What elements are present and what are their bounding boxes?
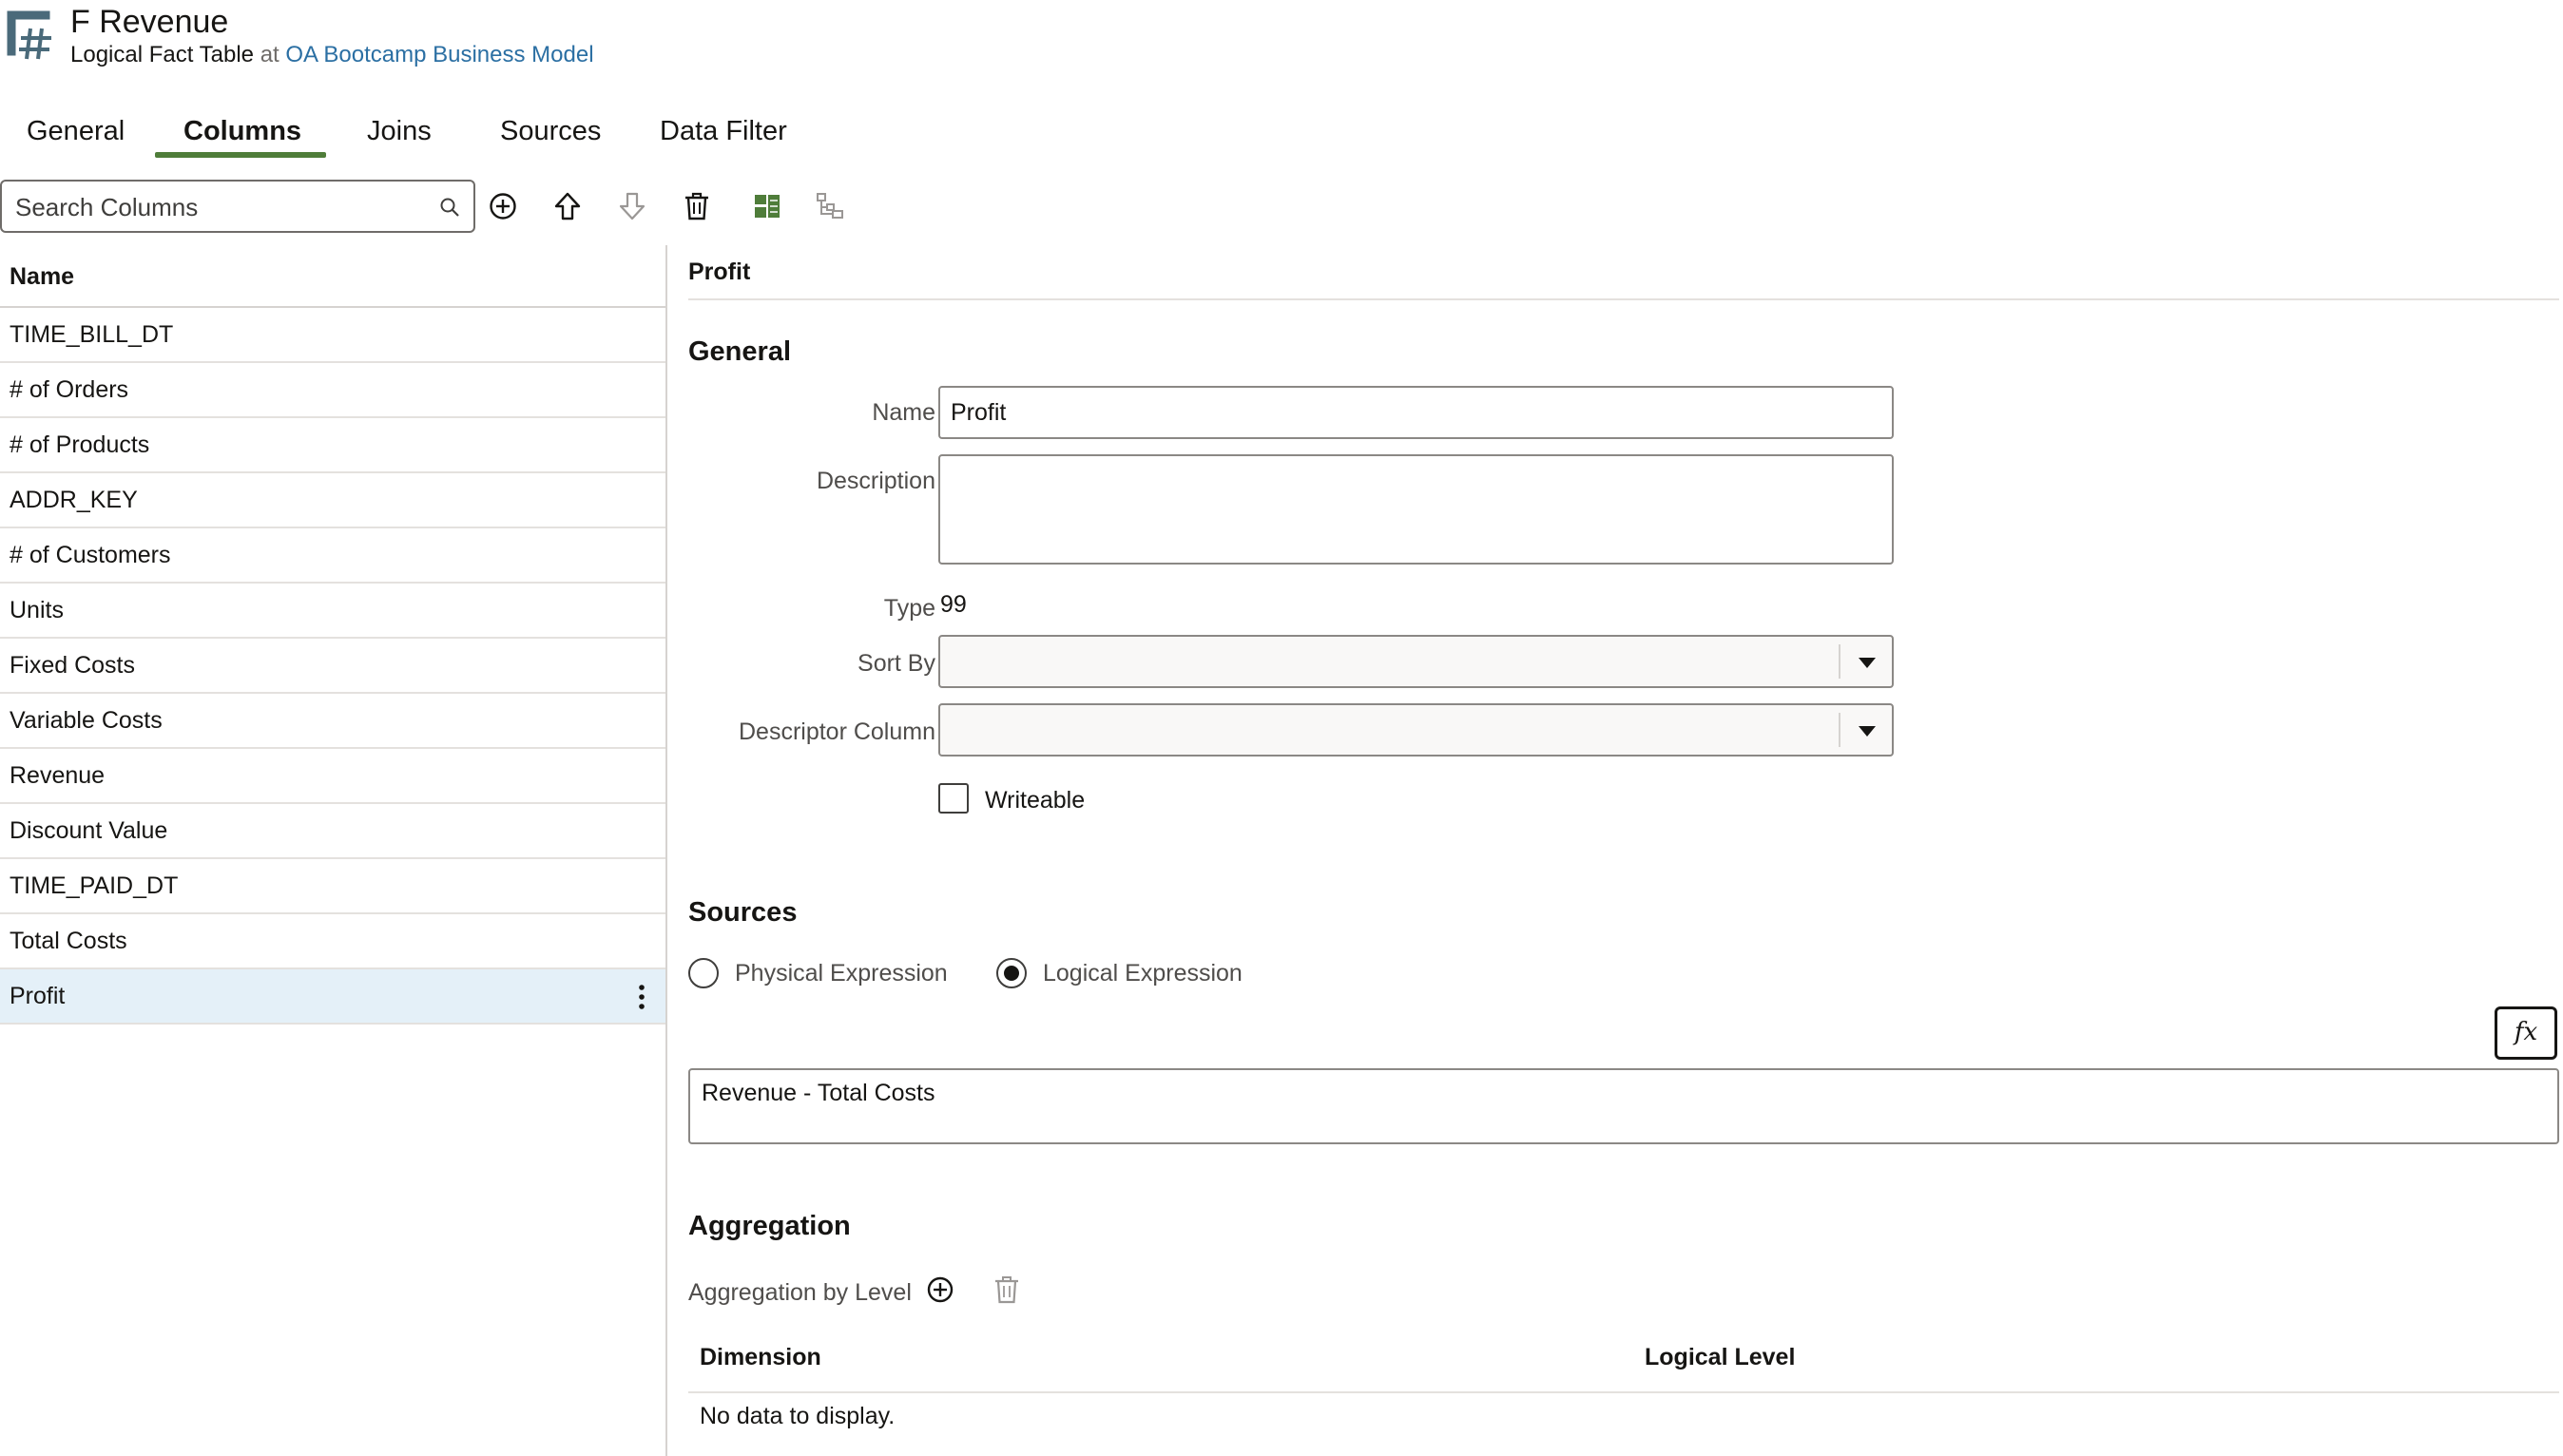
active-tab-indicator — [155, 152, 326, 158]
physical-expression-radio[interactable] — [688, 958, 719, 988]
delete-icon — [685, 192, 708, 220]
tab-joins[interactable]: Joins — [367, 116, 432, 147]
list-item[interactable]: Units — [0, 584, 665, 639]
move-down-icon — [619, 192, 646, 220]
logical-expression-label[interactable]: Logical Expression — [1043, 960, 1243, 987]
move-up-button[interactable] — [548, 186, 588, 226]
list-item[interactable]: TIME_PAID_DT — [0, 859, 665, 914]
columns-view-button[interactable] — [747, 186, 787, 226]
subtitle-at: at — [260, 42, 279, 67]
general-section-heading: General — [688, 336, 791, 367]
logical-expression-radio[interactable] — [996, 958, 1027, 988]
list-item[interactable]: Revenue — [0, 749, 665, 804]
list-item[interactable]: Variable Costs — [0, 694, 665, 749]
list-item[interactable]: Fixed Costs — [0, 639, 665, 694]
column-detail-panel: Profit General Name Description Type 99 … — [688, 245, 2559, 1456]
tab-bar: General Columns Joins Sources Data Filte… — [0, 106, 856, 162]
description-label: Description — [816, 468, 935, 494]
tab-general[interactable]: General — [27, 116, 125, 147]
more-actions-icon[interactable] — [637, 983, 646, 1011]
search-icon[interactable] — [439, 197, 460, 218]
list-item-selected[interactable]: Profit — [0, 969, 665, 1025]
add-level-icon[interactable] — [924, 1274, 956, 1306]
move-down-button[interactable] — [612, 186, 652, 226]
sort-by-label: Sort By — [858, 650, 935, 677]
delete-level-icon[interactable] — [991, 1274, 1023, 1306]
type-value: 99 — [940, 591, 967, 618]
physical-expression-label[interactable]: Physical Expression — [735, 960, 948, 987]
detail-title: Profit — [688, 259, 751, 285]
column-header-name: Name — [0, 245, 665, 308]
add-column-button[interactable] — [483, 186, 523, 226]
hierarchy-icon — [817, 193, 843, 219]
list-item[interactable]: # of Customers — [0, 528, 665, 584]
sources-section-heading: Sources — [688, 897, 798, 928]
expression-field[interactable]: Revenue - Total Costs — [688, 1068, 2559, 1144]
search-columns-input[interactable] — [15, 191, 414, 223]
dimension-column-header: Dimension — [700, 1344, 821, 1370]
search-columns-field — [0, 180, 475, 233]
business-model-link[interactable]: OA Bootcamp Business Model — [285, 42, 593, 67]
list-item[interactable]: # of Orders — [0, 363, 665, 418]
move-up-icon — [554, 192, 581, 220]
empty-table-message: No data to display. — [700, 1403, 896, 1429]
name-label: Name — [872, 399, 935, 426]
writeable-checkbox[interactable] — [938, 783, 969, 814]
select-divider — [1839, 644, 1840, 679]
select-divider — [1839, 713, 1840, 747]
page-subtitle: Logical Fact Table at OA Bootcamp Busine… — [70, 42, 594, 68]
divider — [688, 298, 2559, 300]
columns-list-panel: Name TIME_BILL_DT # of Orders # of Produ… — [0, 245, 667, 1456]
type-label: Type — [883, 595, 935, 622]
aggregation-by-level-label: Aggregation by Level — [688, 1279, 912, 1306]
logical-level-column-header: Logical Level — [1645, 1344, 1796, 1370]
name-input[interactable] — [938, 386, 1894, 439]
tab-columns[interactable]: Columns — [183, 116, 301, 147]
object-type-label: Logical Fact Table — [70, 42, 255, 67]
page-title: F Revenue — [70, 4, 229, 40]
add-icon — [490, 193, 516, 220]
tab-sources[interactable]: Sources — [500, 116, 601, 147]
description-textarea[interactable] — [938, 454, 1894, 565]
sort-by-select[interactable] — [938, 635, 1894, 688]
hierarchy-button[interactable] — [810, 186, 850, 226]
list-item[interactable]: # of Products — [0, 418, 665, 473]
chevron-down-icon — [1859, 726, 1876, 737]
table-divider — [688, 1391, 2559, 1393]
descriptor-column-select[interactable] — [938, 703, 1894, 757]
expression-editor-button[interactable]: fx — [2495, 1006, 2557, 1060]
chevron-down-icon — [1859, 658, 1876, 668]
descriptor-column-label: Descriptor Column — [738, 718, 935, 745]
list-item[interactable]: TIME_BILL_DT — [0, 308, 665, 363]
list-item[interactable]: Discount Value — [0, 804, 665, 859]
writeable-label[interactable]: Writeable — [985, 787, 1085, 814]
tab-data-filter[interactable]: Data Filter — [660, 116, 787, 147]
aggregation-section-heading: Aggregation — [688, 1211, 851, 1241]
list-item[interactable]: Total Costs — [0, 914, 665, 969]
delete-column-button[interactable] — [677, 186, 717, 226]
columns-view-icon — [755, 195, 780, 218]
page-header: F Revenue Logical Fact Table at OA Bootc… — [0, 0, 951, 76]
list-item[interactable]: ADDR_KEY — [0, 473, 665, 528]
logical-fact-table-icon — [7, 10, 51, 60]
list-item-label: Profit — [10, 983, 66, 1009]
